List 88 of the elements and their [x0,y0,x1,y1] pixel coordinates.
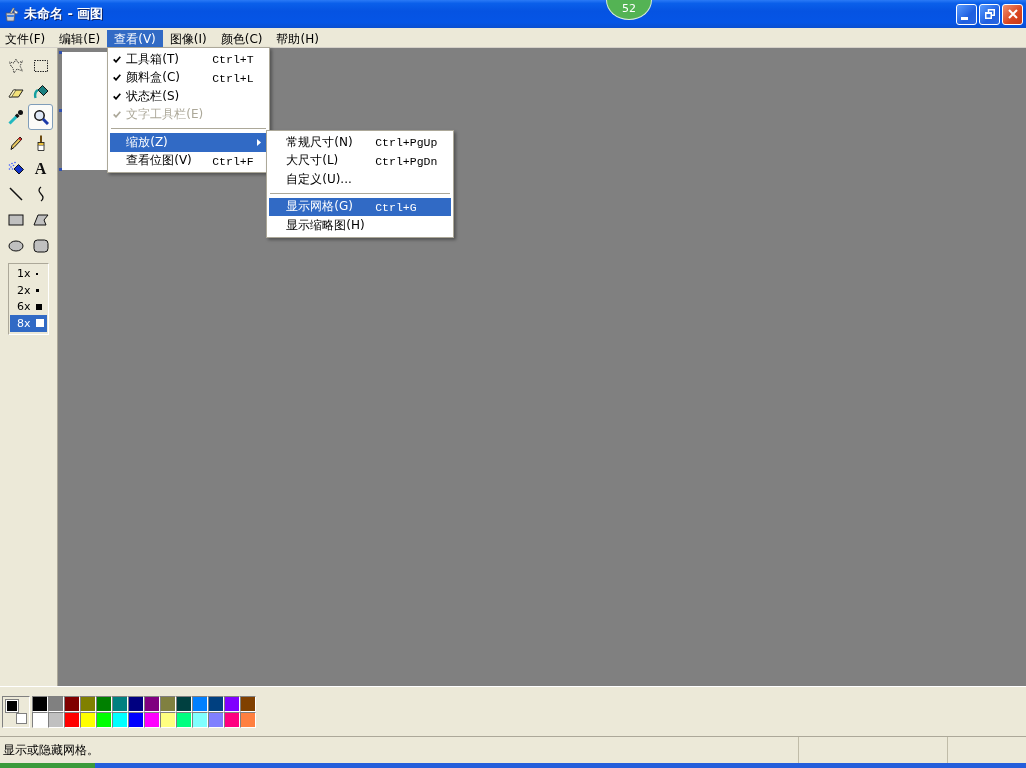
menu-bar-item[interactable]: 图像(I) [162,30,214,49]
menu-bar-item[interactable]: 帮助(H) [269,30,326,49]
color-swatch[interactable] [128,696,144,712]
menu-bar-item[interactable]: 颜色(C) [213,30,270,49]
restore-icon [984,9,995,19]
background-color-swatch[interactable] [16,713,27,724]
color-swatch[interactable] [160,696,176,712]
paint-bucket-icon [32,83,49,100]
ellipse-icon [7,237,24,254]
status-text: 显示或隐藏网格。 [2,741,100,759]
color-swatch[interactable] [176,696,192,712]
window-title: 未命名 - 画图 [24,5,104,23]
menu-item[interactable]: 大尺寸(L) Ctrl+PgDn [269,151,452,170]
zoom-option[interactable]: 2x [10,282,47,299]
size-square-icon [35,272,38,275]
resize-handle-icon[interactable] [59,109,62,112]
color-swatch[interactable] [160,712,176,728]
color-swatch[interactable] [80,712,96,728]
color-swatch[interactable] [192,712,208,728]
start-button[interactable] [0,763,95,768]
minimize-icon [960,16,968,20]
shortcut-text: Ctrl+G [375,200,417,214]
close-icon [1007,9,1018,19]
color-swatch[interactable] [64,712,80,728]
resize-handle-icon[interactable] [59,51,62,54]
eyedropper-icon [7,109,24,126]
text-tool-button[interactable]: A [28,155,53,182]
color-swatch[interactable] [240,712,256,728]
menu-item[interactable]: 状态栏(S) [110,87,268,106]
shortcut-text: Ctrl+L [212,71,254,85]
menu-bar-item[interactable]: 文件(F) [0,30,53,49]
menu-item[interactable]: 工具箱(T) Ctrl+T [110,50,268,69]
zoom-option[interactable]: 1x [10,265,47,282]
shortcut-text: Ctrl+PgDn [375,154,438,168]
dashed-rectangle-icon [32,57,49,74]
shortcut-text: Ctrl+F [212,154,254,168]
zoom-option[interactable]: 8x [10,315,47,332]
foreground-color-swatch[interactable] [6,700,18,712]
color-swatch[interactable] [224,712,240,728]
color-swatch[interactable] [144,712,160,728]
zoom-option[interactable]: 6x [10,298,47,315]
spray-can-icon [7,160,24,177]
color-swatch[interactable] [32,696,48,712]
color-swatch[interactable] [32,712,48,728]
resize-handle-icon[interactable] [59,168,62,171]
color-swatch[interactable] [112,696,128,712]
minimize-button[interactable] [956,3,977,25]
color-swatch[interactable] [96,696,112,712]
polygon-icon [32,211,49,228]
close-button[interactable] [1002,3,1023,25]
restore-button[interactable] [979,3,1000,25]
diagonal-line-icon [7,186,24,203]
color-swatch[interactable] [240,696,256,712]
color-swatch[interactable] [176,712,192,728]
color-swatch[interactable] [208,712,224,728]
rounded-rectangle-icon [32,237,49,254]
size-square-icon [35,288,39,292]
menu-item[interactable]: 常规尺寸(N) Ctrl+PgUp [269,133,452,152]
color-swatch[interactable] [224,696,240,712]
dotted-star-icon [7,57,24,74]
color-swatch[interactable] [48,696,64,712]
shortcut-text: Ctrl+PgUp [375,136,438,150]
menu-item[interactable]: 显示网格(G) Ctrl+G [269,197,452,216]
menu-item[interactable]: 颜料盒(C) Ctrl+L [110,68,268,87]
app-icon [4,6,19,22]
menu-bar-item[interactable]: 编辑(E) [52,30,108,49]
magnifier-icon [32,109,49,126]
rectangle-icon [7,211,24,228]
color-swatch[interactable] [64,696,80,712]
counter-badge: 52 [606,0,652,20]
color-swatch[interactable] [192,696,208,712]
magnifier-tool-button[interactable] [28,104,53,131]
size-square-icon [35,319,44,328]
menu-item[interactable]: 查看位图(V) Ctrl+F [110,151,268,170]
size-square-icon [35,303,42,310]
color-swatch[interactable] [112,712,128,728]
shortcut-text: Ctrl+T [212,53,254,67]
color-swatch[interactable] [80,696,96,712]
color-swatch[interactable] [128,712,144,728]
pencil-icon [7,134,24,151]
color-swatch[interactable] [48,712,64,728]
color-swatch[interactable] [208,696,224,712]
menu-item[interactable]: 显示缩略图(H) [269,216,452,235]
menu-item[interactable]: 缩放(Z) [110,133,268,152]
color-swatch[interactable] [96,712,112,728]
menu-item[interactable]: 自定义(U)... [269,170,452,189]
submenu-arrow-icon [257,138,262,146]
color-swatch[interactable] [144,696,160,712]
